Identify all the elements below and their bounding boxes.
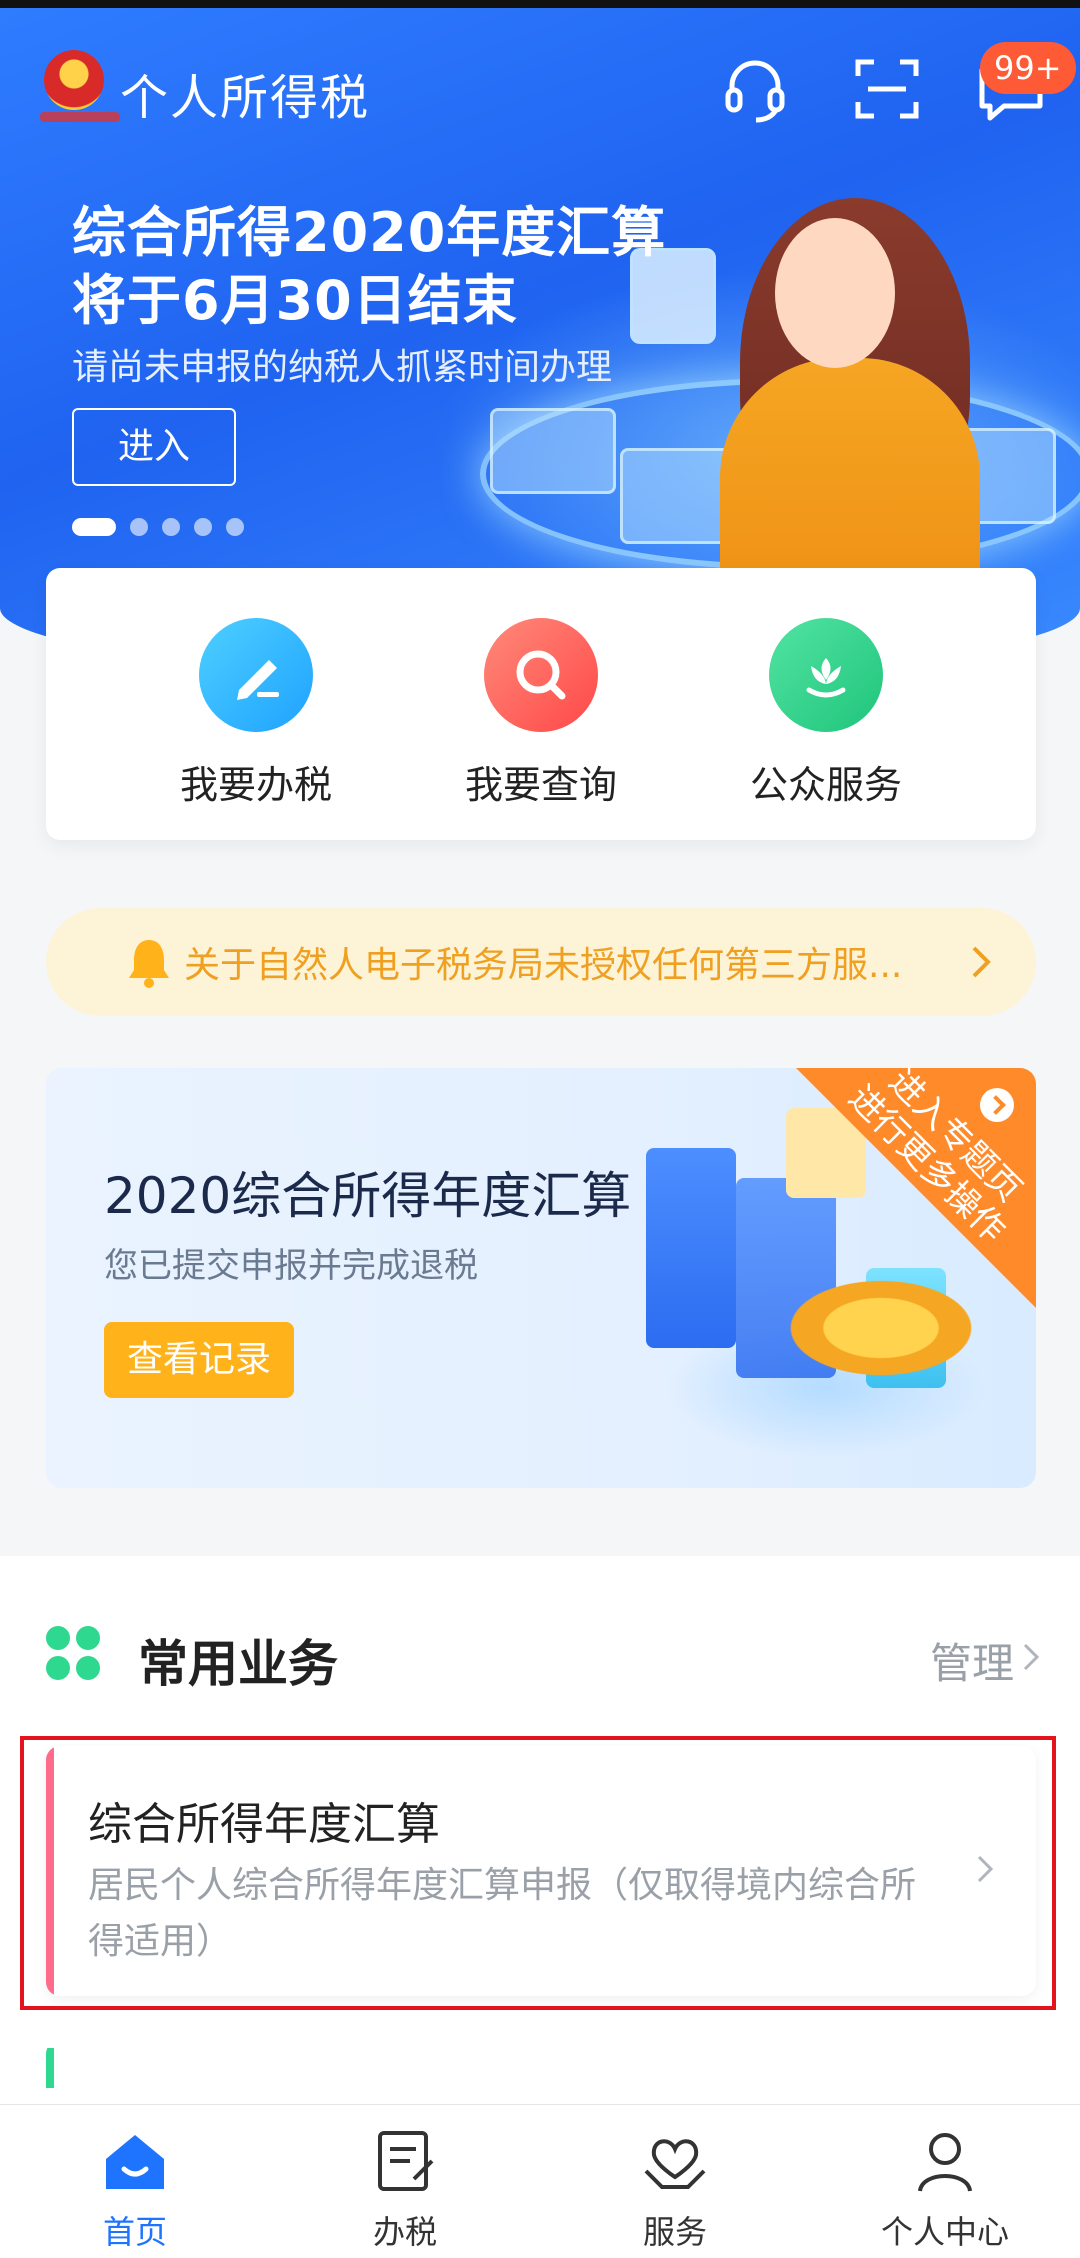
pagination-dot[interactable] xyxy=(226,518,244,536)
app-title: 个人所得税 xyxy=(120,70,371,126)
pagination-dot[interactable] xyxy=(162,518,180,536)
nav-label: 首页 xyxy=(102,2213,167,2251)
quick-action-label: 我要办税 xyxy=(179,763,332,807)
bell-icon xyxy=(129,940,169,988)
heart-hands-icon xyxy=(644,2139,706,2189)
flower-icon xyxy=(769,618,883,732)
nav-label: 个人中心 xyxy=(880,2213,1009,2251)
highlight-box xyxy=(20,1736,1056,2010)
edit-icon xyxy=(199,618,313,732)
tax-doc-icon xyxy=(378,2131,434,2191)
search-icon xyxy=(484,618,598,732)
pagination-dot[interactable] xyxy=(130,518,148,536)
banner-title-line2: 将于6月30日结束 xyxy=(72,269,518,332)
annual-settlement-promo[interactable]: 2020综合所得年度汇算 您已提交申报并完成退税 查看记录 进入专题页 进行更多… xyxy=(46,1068,1036,1488)
banner-panel xyxy=(490,408,616,494)
nav-label: 办税 xyxy=(372,2213,437,2251)
promo-title: 2020综合所得年度汇算 xyxy=(104,1167,632,1225)
pagination-dot[interactable] xyxy=(72,518,116,536)
scan-icon[interactable] xyxy=(852,54,922,124)
message-badge: 99+ xyxy=(980,42,1076,94)
app-header: 个人所得税 99+ xyxy=(0,8,1080,158)
promo-illustration-panel xyxy=(646,1148,736,1348)
quick-action-label: 我要查询 xyxy=(464,763,617,807)
manage-link[interactable]: 管理 xyxy=(930,1630,1014,1691)
banner-enter-button[interactable]: 进入 xyxy=(72,408,236,486)
banner-pagination xyxy=(72,518,244,536)
chevron-right-icon xyxy=(1023,1643,1040,1671)
notice-bar[interactable]: 关于自然人电子税务局未授权任何第三方服... xyxy=(46,908,1036,1016)
chevron-right-icon xyxy=(972,946,991,978)
nav-label: 服务 xyxy=(642,2213,707,2251)
promo-subtitle: 您已提交申报并完成退税 xyxy=(104,1246,478,1286)
notice-text: 关于自然人电子税务局未授权任何第三方服... xyxy=(184,945,903,986)
common-services-section: 常用业务 管理 综合所得年度汇算 居民个人综合所得年度汇算申报（仅取得境内综合所… xyxy=(0,1556,1080,2120)
tax-emblem-caption xyxy=(40,112,120,122)
nav-tax[interactable]: 办税 xyxy=(305,2127,505,2253)
quick-action-label: 公众服务 xyxy=(749,763,902,807)
bottom-nav: 首页 办税 服务 个人中心 xyxy=(0,2104,1080,2258)
quick-action-query[interactable]: 我要查询 xyxy=(391,618,691,809)
headset-icon[interactable] xyxy=(720,54,790,124)
nav-personal-center[interactable]: 个人中心 xyxy=(845,2127,1045,2253)
quick-actions-card: 我要办税 我要查询 公众服务 xyxy=(46,568,1036,840)
topic-page-corner[interactable]: 进入专题页 进行更多操作 xyxy=(796,1068,1036,1308)
grid-icon xyxy=(46,1626,100,1680)
home-icon xyxy=(106,2135,164,2189)
tax-emblem-icon xyxy=(44,50,104,110)
banner-subtitle: 请尚未申报的纳税人抓紧时间办理 xyxy=(72,347,613,388)
quick-action-handle-tax[interactable]: 我要办税 xyxy=(106,618,406,809)
status-bar xyxy=(0,0,1080,8)
quick-action-public-service[interactable]: 公众服务 xyxy=(676,618,976,809)
person-icon xyxy=(918,2133,972,2192)
section-title: 常用业务 xyxy=(138,1635,338,1693)
banner-woman-face xyxy=(775,218,895,368)
nav-service[interactable]: 服务 xyxy=(575,2127,775,2253)
nav-home[interactable]: 首页 xyxy=(35,2127,235,2253)
chevron-right-circle-icon xyxy=(980,1088,1014,1122)
service-item-accent xyxy=(46,2048,54,2088)
pagination-dot[interactable] xyxy=(194,518,212,536)
view-records-button[interactable]: 查看记录 xyxy=(104,1322,294,1398)
